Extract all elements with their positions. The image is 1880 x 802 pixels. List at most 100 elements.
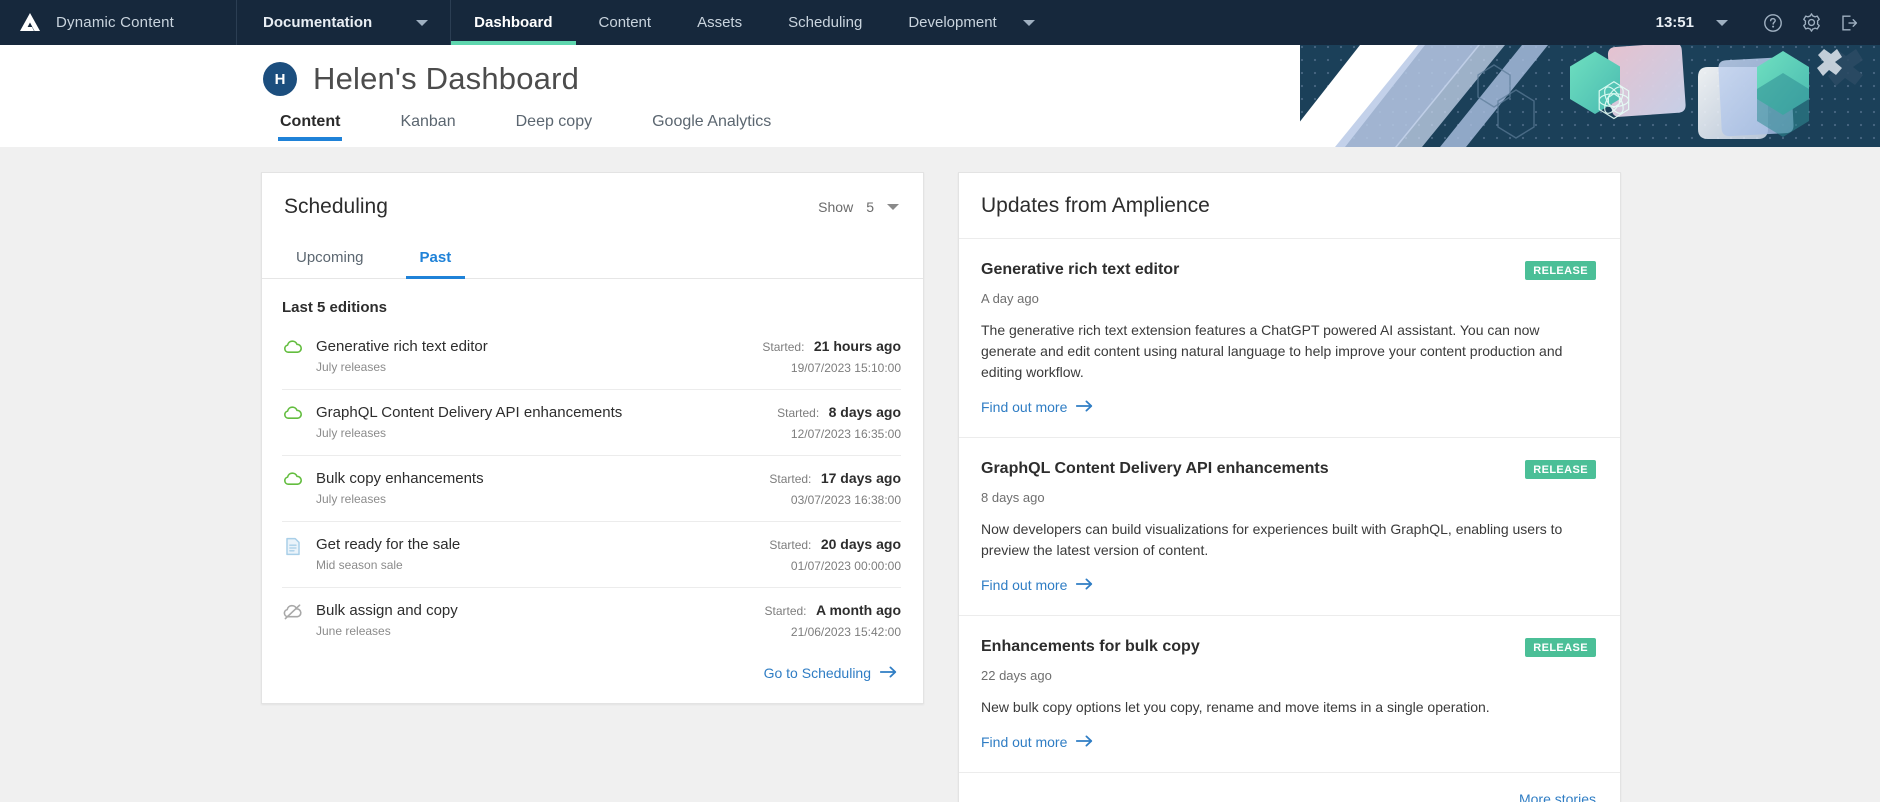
scheduling-list: Generative rich text editor July release…: [262, 324, 923, 653]
page-title: Helen's Dashboard: [313, 61, 580, 96]
scheduling-title: Scheduling: [284, 195, 388, 218]
logout-icon[interactable]: [1830, 0, 1868, 45]
edition-name: Bulk assign and copy: [316, 602, 458, 619]
edition-subtitle: July releases: [316, 360, 387, 374]
tab-past[interactable]: Past: [405, 239, 466, 279]
amplience-triangle-logo-icon: [18, 11, 42, 35]
document-draft-icon: [282, 537, 304, 556]
edition-subtitle: July releases: [316, 492, 387, 506]
scheduling-card: Scheduling Show 5 Upcoming Past Last 5 e…: [261, 172, 924, 704]
edition-name: Generative rich text editor: [316, 338, 488, 355]
story-body: The generative rich text extension featu…: [981, 322, 1563, 380]
nav-item-label: Dashboard: [474, 14, 553, 31]
dashboard-tabs: Content Kanban Deep copy Google Analytic…: [263, 107, 1880, 141]
tab-google-analytics[interactable]: Google Analytics: [652, 107, 771, 141]
tab-deep-copy[interactable]: Deep copy: [516, 107, 593, 141]
updates-card-footer: More stories: [959, 773, 1620, 802]
go-to-scheduling-link[interactable]: Go to Scheduling: [764, 665, 897, 681]
started-datetime: 19/07/2023 15:10:00: [790, 361, 901, 375]
show-value: 5: [866, 199, 874, 215]
tab-label: Google Analytics: [652, 113, 772, 130]
started-relative: A month ago: [815, 602, 901, 618]
story-title: GraphQL Content Delivery API enhancement…: [981, 460, 1329, 477]
cloud-published-icon: [282, 471, 304, 487]
edition-subtitle: June releases: [316, 624, 391, 638]
top-right-controls: 13:51: [1656, 0, 1880, 45]
tab-upcoming[interactable]: Upcoming: [282, 239, 378, 278]
started-relative: 8 days ago: [828, 404, 901, 420]
edition-subtitle: Mid season sale: [316, 558, 403, 572]
nav-item-content[interactable]: Content: [576, 0, 675, 45]
started-label: Started:: [762, 340, 805, 354]
edition-subtitle: July releases: [316, 426, 387, 440]
scheduling-card-footer: Go to Scheduling: [262, 653, 923, 703]
story-title: Generative rich text editor: [981, 261, 1180, 278]
nav-item-dashboard[interactable]: Dashboard: [451, 0, 576, 45]
nav-item-assets[interactable]: Assets: [674, 0, 765, 45]
show-label: Show: [818, 199, 854, 215]
find-out-more-link[interactable]: Find out more: [981, 399, 1093, 415]
list-item[interactable]: Bulk copy enhancements July releases Sta…: [282, 455, 901, 521]
nav-item-development[interactable]: Development: [885, 0, 1057, 45]
edition-name: Get ready for the sale: [316, 536, 461, 553]
list-item[interactable]: GraphQL Content Delivery API enhancement…: [282, 389, 901, 455]
arrow-right-icon: [1076, 399, 1093, 415]
status-badge: RELEASE: [1525, 261, 1596, 280]
chevron-down-icon: [416, 19, 429, 26]
scheduling-tabs: Upcoming Past: [262, 239, 923, 279]
dashboard-title-row: H Helen's Dashboard: [263, 45, 1880, 97]
started-relative: 21 hours ago: [813, 338, 901, 354]
list-item[interactable]: Generative rich text editor July release…: [282, 324, 901, 389]
right-column: Updates from Amplience Generative rich t…: [958, 172, 1621, 802]
started-label: Started:: [769, 472, 812, 486]
cloud-unpublished-icon: [282, 603, 304, 620]
status-badge: RELEASE: [1525, 460, 1596, 479]
edition-name: Bulk copy enhancements: [316, 470, 484, 487]
chevron-down-icon[interactable]: [1716, 19, 1728, 26]
tab-label: Upcoming: [296, 249, 364, 266]
find-out-more-link[interactable]: Find out more: [981, 734, 1093, 750]
help-circle-icon[interactable]: [1754, 0, 1792, 45]
started-relative: 17 days ago: [820, 470, 901, 486]
updates-title: Updates from Amplience: [981, 194, 1210, 217]
nav-item-label: Development: [908, 14, 997, 31]
tab-label: Content: [280, 113, 341, 130]
brand-area[interactable]: Dynamic Content: [0, 0, 237, 45]
avatar: H: [263, 62, 297, 96]
story-body: New bulk copy options let you copy, rena…: [981, 699, 1490, 715]
nav-item-label: Assets: [697, 14, 743, 31]
started-datetime: 03/07/2023 16:38:00: [790, 493, 901, 507]
brand-name: Dynamic Content: [56, 14, 175, 31]
dashboard-body: Scheduling Show 5 Upcoming Past Last 5 e…: [0, 147, 1880, 802]
started-relative: 20 days ago: [820, 536, 901, 552]
chevron-down-icon: [887, 204, 899, 210]
started-label: Started:: [764, 604, 807, 618]
started-datetime: 01/07/2023 00:00:00: [790, 559, 901, 573]
find-out-more-label: Find out more: [981, 577, 1068, 593]
more-stories-link[interactable]: More stories: [1519, 791, 1596, 802]
list-item[interactable]: Bulk assign and copy June releases Start…: [282, 587, 901, 653]
nav-item-scheduling[interactable]: Scheduling: [765, 0, 885, 45]
cloud-published-icon: [282, 339, 304, 355]
left-column: Scheduling Show 5 Upcoming Past Last 5 e…: [261, 172, 924, 802]
list-item: GraphQL Content Delivery API enhancement…: [959, 438, 1620, 616]
arrow-right-icon: [879, 665, 897, 681]
chevron-down-icon[interactable]: [1022, 19, 1035, 26]
status-badge: RELEASE: [1525, 638, 1596, 657]
find-out-more-link[interactable]: Find out more: [981, 577, 1093, 593]
updates-card-header: Updates from Amplience: [959, 173, 1620, 239]
tab-label: Deep copy: [515, 113, 593, 130]
gear-icon[interactable]: [1792, 0, 1830, 45]
cloud-published-icon: [282, 405, 304, 421]
tab-kanban[interactable]: Kanban: [400, 107, 455, 141]
nav-item-label: Content: [598, 14, 652, 31]
arrow-right-icon: [1076, 734, 1093, 750]
list-item[interactable]: Get ready for the sale Mid season sale S…: [282, 521, 901, 587]
hub-selector[interactable]: Documentation: [237, 0, 452, 45]
dashboard-header: H Helen's Dashboard Content Kanban Deep …: [0, 45, 1880, 147]
show-count-selector[interactable]: Show 5: [818, 199, 899, 215]
list-caption: Last 5 editions: [282, 299, 388, 316]
find-out-more-label: Find out more: [981, 734, 1068, 750]
tab-content[interactable]: Content: [277, 107, 343, 141]
updates-card: Updates from Amplience Generative rich t…: [958, 172, 1621, 802]
